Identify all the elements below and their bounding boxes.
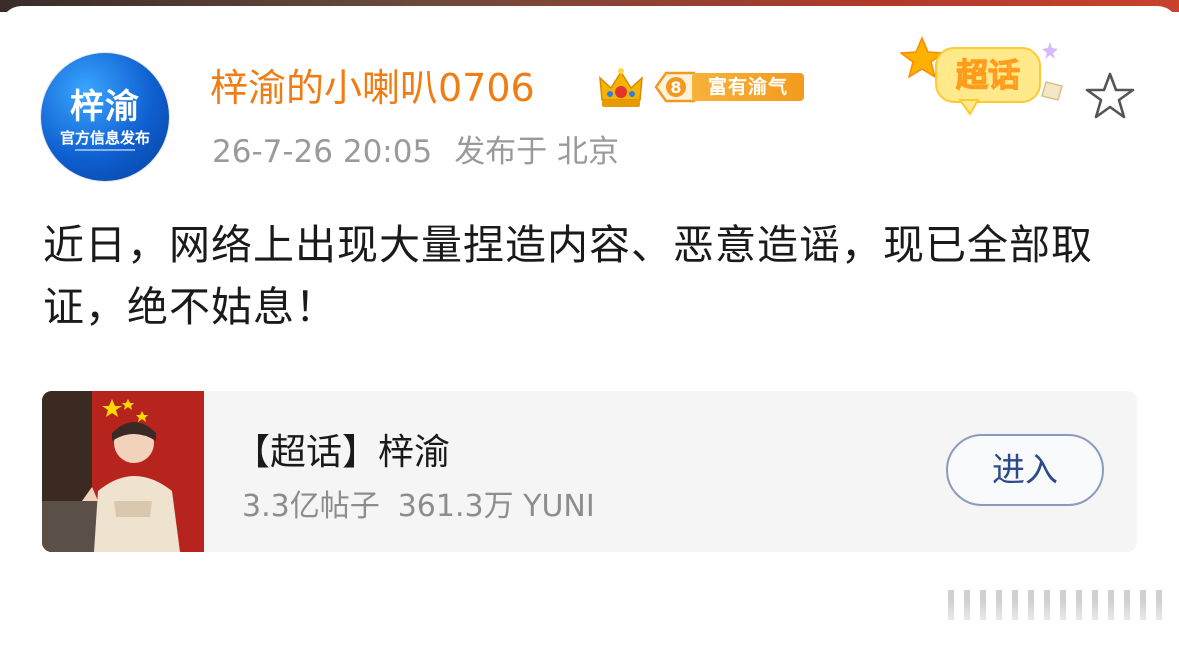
topic-fans: 361.3万 YUNI <box>397 489 595 524</box>
avatar-main-text: 梓渝 <box>70 87 140 127</box>
star-icon[interactable] <box>1084 71 1136 121</box>
post-time: 26-7-26 20:05 <box>212 134 433 170</box>
super-topic-card[interactable]: 【超话】梓渝 3.3亿帖子 361.3万 YUNI 进入 <box>42 391 1137 552</box>
super-topic-sticker-icon[interactable]: 超话 <box>900 34 1080 124</box>
topic-title: 【超话】梓渝 <box>234 432 451 473</box>
post-location: 发布于 北京 <box>454 134 620 170</box>
post-meta: 26-7-26 20:05 发布于 北京 <box>212 132 619 172</box>
avatar-decoration <box>41 149 169 152</box>
enter-topic-button[interactable]: 进入 <box>946 434 1104 506</box>
topic-stats: 3.3亿帖子 361.3万 YUNI <box>242 481 595 525</box>
avatar-sub-text: 官方信息发布 <box>59 129 150 147</box>
crown-icon <box>599 68 643 107</box>
post-content: 近日，网络上出现大量捏造内容、恶意造谣，现已全部取证，绝不姑息！ <box>43 221 1093 331</box>
avatar[interactable]: 梓渝 官方信息发布 <box>41 53 169 181</box>
level-tag: 富有渝气 <box>692 73 804 101</box>
level-number: 8 <box>670 78 681 97</box>
sticker-label: 超话 <box>956 56 1020 94</box>
bottom-fade <box>0 600 1179 638</box>
topic-cover-image <box>42 391 204 552</box>
topic-posts: 3.3亿帖子 <box>242 489 380 524</box>
username[interactable]: 梓渝的小喇叭0706 <box>210 64 535 112</box>
level-badge[interactable]: 8 富有渝气 <box>654 71 804 103</box>
